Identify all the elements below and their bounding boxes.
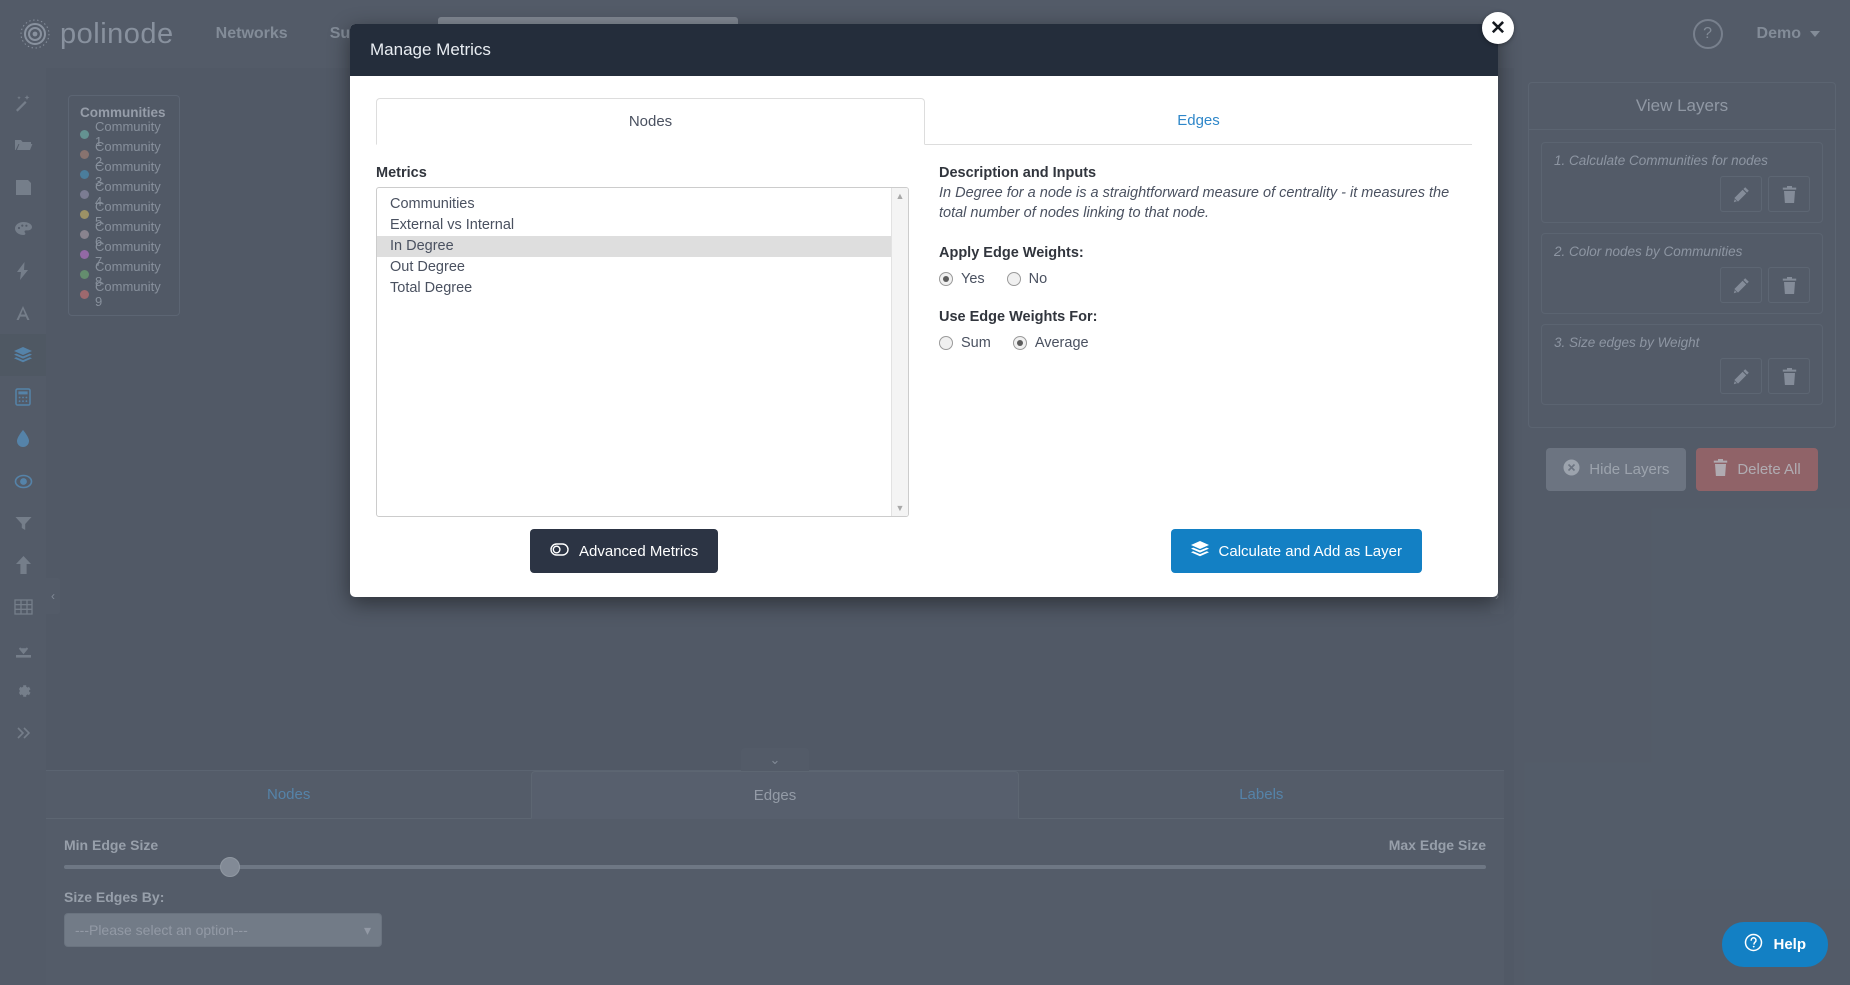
radio-icon[interactable] xyxy=(939,272,953,286)
modal-tab-edges[interactable]: Edges xyxy=(925,98,1472,144)
use-edge-weights-radios: Sum Average xyxy=(939,335,1472,351)
modal-columns: Metrics Communities External vs Internal… xyxy=(376,165,1472,517)
calculate-label: Calculate and Add as Layer xyxy=(1218,542,1402,560)
apply-edge-weights-yes-label: Yes xyxy=(961,271,985,287)
advanced-metrics-label: Advanced Metrics xyxy=(579,542,699,560)
scroll-down-arrow-icon[interactable]: ▼ xyxy=(896,503,905,513)
radio-icon[interactable] xyxy=(1006,272,1021,286)
radio-icon[interactable] xyxy=(939,336,953,350)
metric-option-external-vs-internal[interactable]: External vs Internal xyxy=(377,215,908,236)
apply-edge-weights-no[interactable]: No xyxy=(1006,271,1048,287)
metrics-column: Metrics Communities External vs Internal… xyxy=(376,165,909,517)
modal-tab-nodes[interactable]: Nodes xyxy=(376,98,925,145)
radio-icon[interactable] xyxy=(1012,336,1027,350)
modal-title: Manage Metrics xyxy=(370,40,491,59)
layers-icon xyxy=(1190,541,1209,561)
use-edge-weights-sum-label: Sum xyxy=(961,335,991,351)
use-edge-weights-label: Use Edge Weights For: xyxy=(939,309,1098,325)
modal-body: Nodes Edges Metrics Communities External… xyxy=(350,76,1498,517)
toggle-icon xyxy=(550,542,569,560)
close-icon[interactable]: ✕ xyxy=(1482,12,1514,44)
metrics-scrollbar[interactable]: ▲ ▼ xyxy=(891,188,908,516)
apply-edge-weights-yes[interactable]: Yes xyxy=(939,271,985,287)
apply-edge-weights-label: Apply Edge Weights: xyxy=(939,245,1084,261)
metric-option-communities[interactable]: Communities xyxy=(377,194,908,215)
use-edge-weights-sum[interactable]: Sum xyxy=(939,335,991,351)
modal-footer: Advanced Metrics Calculate and Add as La… xyxy=(350,529,1498,597)
help-widget-button[interactable]: Help xyxy=(1722,922,1828,967)
description-title: Description and Inputs xyxy=(939,165,1097,181)
help-widget-label: Help xyxy=(1773,936,1806,953)
manage-metrics-modal: ✕ Manage Metrics Nodes Edges Metrics Com… xyxy=(350,12,1514,597)
advanced-metrics-button[interactable]: Advanced Metrics xyxy=(530,529,719,573)
metrics-label: Metrics xyxy=(376,165,427,181)
apply-edge-weights-radios: Yes No xyxy=(939,271,1472,287)
metric-option-total-degree[interactable]: Total Degree xyxy=(377,278,908,299)
description-text: In Degree for a node is a straightforwar… xyxy=(939,185,1450,221)
use-edge-weights-average[interactable]: Average xyxy=(1012,335,1089,351)
metric-option-out-degree[interactable]: Out Degree xyxy=(377,257,908,278)
use-edge-weights-average-label: Average xyxy=(1034,335,1089,351)
modal-tabs: Nodes Edges xyxy=(376,98,1472,145)
metrics-list: Communities External vs Internal In Degr… xyxy=(377,188,908,305)
metrics-listbox[interactable]: Communities External vs Internal In Degr… xyxy=(376,187,909,517)
description-column: Description and Inputs In Degree for a n… xyxy=(939,165,1472,517)
calculate-and-add-layer-button[interactable]: Calculate and Add as Layer xyxy=(1170,529,1422,573)
question-circle-icon xyxy=(1744,933,1763,956)
modal-header: Manage Metrics xyxy=(350,24,1498,76)
metric-option-in-degree[interactable]: In Degree xyxy=(377,236,908,257)
scroll-up-arrow-icon[interactable]: ▲ xyxy=(896,191,905,201)
apply-edge-weights-no-label: No xyxy=(1028,271,1048,287)
polinode-app: polinode Networks Surveys ? Demo xyxy=(0,0,1850,985)
